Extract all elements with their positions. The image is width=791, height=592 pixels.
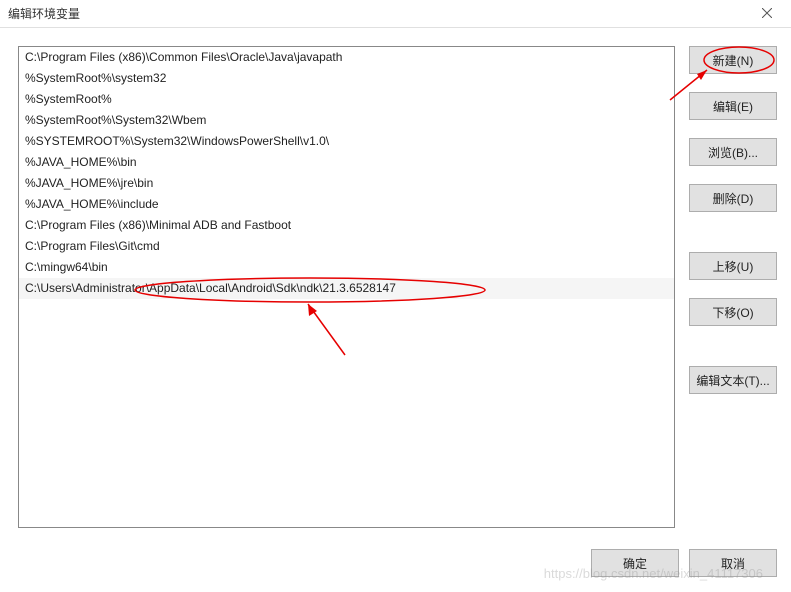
path-row[interactable]: C:\mingw64\bin bbox=[19, 257, 674, 278]
move-up-button[interactable]: 上移(U) bbox=[689, 252, 777, 280]
cancel-button[interactable]: 取消 bbox=[689, 549, 777, 577]
path-row[interactable]: C:\Program Files (x86)\Minimal ADB and F… bbox=[19, 215, 674, 236]
path-row[interactable]: C:\Program Files\Git\cmd bbox=[19, 236, 674, 257]
close-button[interactable] bbox=[751, 0, 783, 28]
path-row[interactable]: %SYSTEMROOT%\System32\WindowsPowerShell\… bbox=[19, 131, 674, 152]
move-down-button[interactable]: 下移(O) bbox=[689, 298, 777, 326]
window-title: 编辑环境变量 bbox=[8, 5, 80, 22]
path-row[interactable]: %SystemRoot%\system32 bbox=[19, 68, 674, 89]
path-row[interactable]: %JAVA_HOME%\include bbox=[19, 194, 674, 215]
close-icon bbox=[762, 7, 772, 21]
path-row[interactable]: %SystemRoot%\System32\Wbem bbox=[19, 110, 674, 131]
path-listbox[interactable]: C:\Program Files (x86)\Common Files\Orac… bbox=[18, 46, 675, 528]
ok-button[interactable]: 确定 bbox=[591, 549, 679, 577]
browse-button[interactable]: 浏览(B)... bbox=[689, 138, 777, 166]
new-button[interactable]: 新建(N) bbox=[689, 46, 777, 74]
edit-button[interactable]: 编辑(E) bbox=[689, 92, 777, 120]
titlebar: 编辑环境变量 bbox=[0, 0, 791, 28]
path-row[interactable]: %SystemRoot% bbox=[19, 89, 674, 110]
path-row[interactable]: C:\Users\Administrator\AppData\Local\And… bbox=[19, 278, 674, 299]
dialog-button-bar: 确定 取消 bbox=[591, 549, 777, 577]
delete-button[interactable]: 删除(D) bbox=[689, 184, 777, 212]
path-row[interactable]: C:\Program Files (x86)\Common Files\Orac… bbox=[19, 47, 674, 68]
path-row[interactable]: %JAVA_HOME%\bin bbox=[19, 152, 674, 173]
path-row[interactable]: %JAVA_HOME%\jre\bin bbox=[19, 173, 674, 194]
edit-text-button[interactable]: 编辑文本(T)... bbox=[689, 366, 777, 394]
side-button-column: 新建(N) 编辑(E) 浏览(B)... 删除(D) 上移(U) 下移(O) 编… bbox=[689, 46, 777, 528]
